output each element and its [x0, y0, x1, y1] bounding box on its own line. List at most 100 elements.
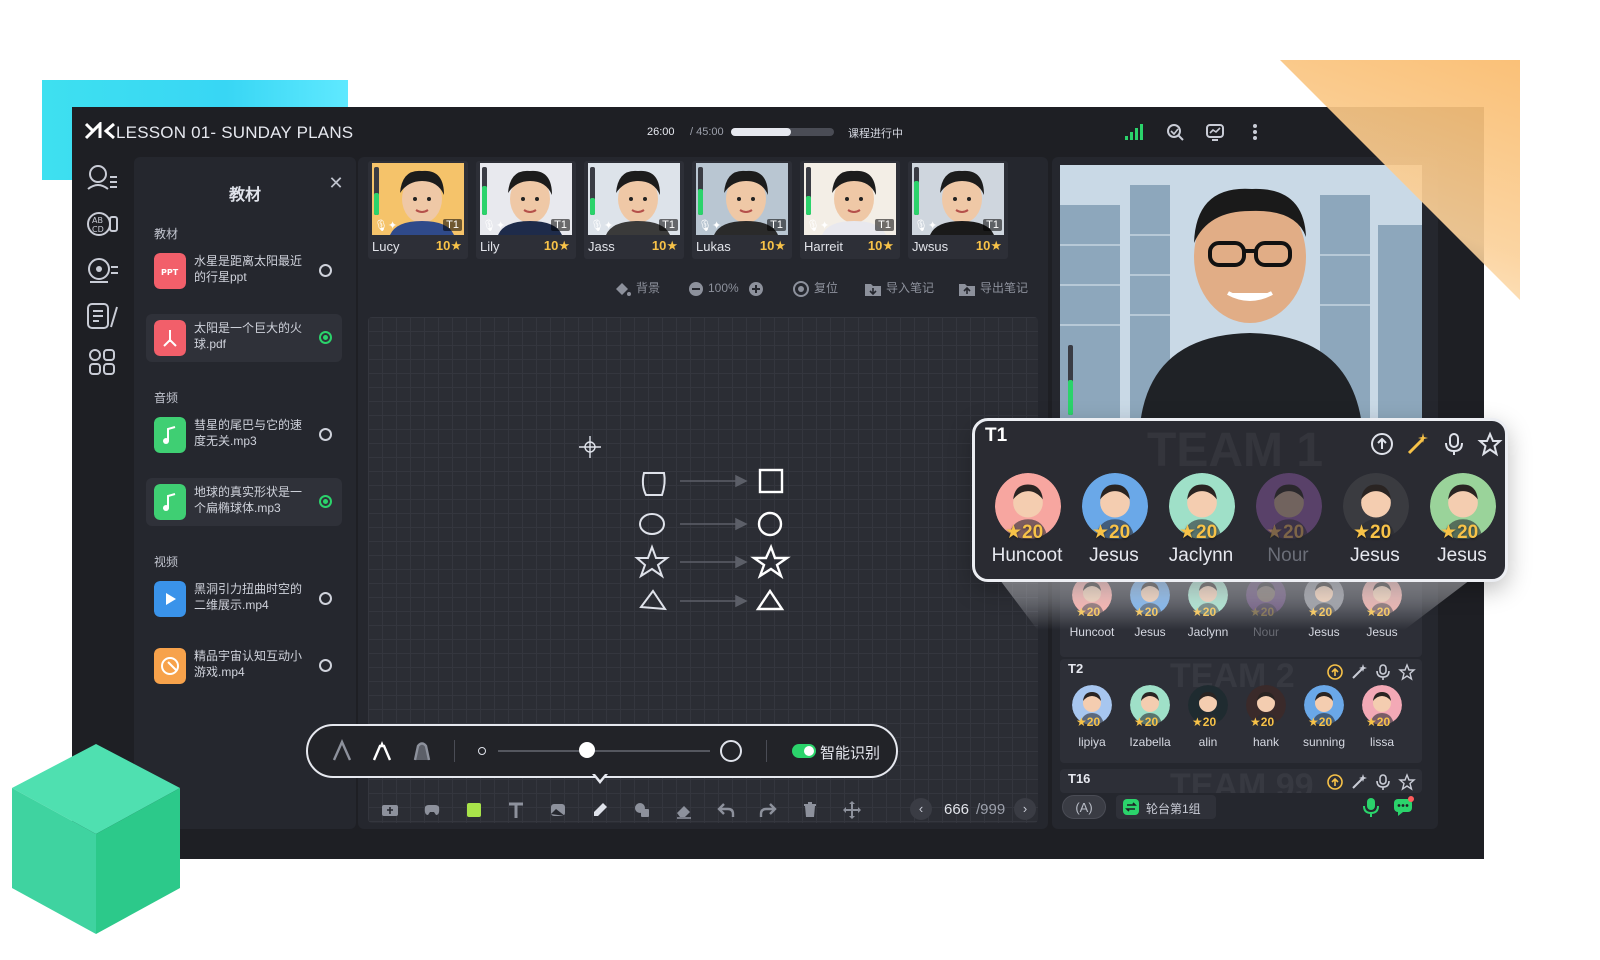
chat-icon[interactable] — [1392, 796, 1414, 818]
more-menu-icon[interactable] — [1244, 121, 1266, 143]
team-member[interactable]: ★20 lipiya — [1064, 685, 1120, 763]
microphone-icon[interactable] — [1441, 431, 1467, 457]
member-name: Izabella — [1129, 735, 1171, 749]
pen-tool-icon[interactable] — [590, 800, 610, 820]
star-reward-icon[interactable] — [1398, 663, 1416, 681]
material-item[interactable]: 黑洞引力扭曲时空的二维展示.mp4 — [146, 575, 342, 623]
member-name: lipiya — [1078, 735, 1106, 749]
team-member[interactable]: ★20Nour — [1244, 469, 1332, 575]
audio-level-fill — [590, 198, 595, 215]
shape-tool-icon[interactable] — [548, 800, 568, 820]
team-member[interactable]: ★20Jaclynn — [1157, 469, 1245, 575]
student-video-card[interactable]: 🎙✦ T1 Harreit 10★ — [800, 161, 900, 259]
mode-toggle[interactable]: (A) — [1062, 795, 1106, 819]
move-tool-icon[interactable] — [842, 800, 862, 820]
zoom-in-icon[interactable] — [748, 281, 764, 297]
audio-level-fill — [374, 193, 379, 215]
member-name: lissa — [1369, 735, 1394, 749]
hand-drawn-square-icon — [641, 472, 666, 496]
material-name: 精品宇宙认知互动小游戏.mp4 — [194, 649, 303, 679]
students-list-icon[interactable] — [84, 161, 120, 195]
redo-icon[interactable] — [758, 800, 778, 820]
inspect-icon[interactable] — [1164, 121, 1186, 143]
export-notes-button[interactable]: 导出笔记 — [958, 279, 1028, 297]
section-label: 教材 — [154, 227, 179, 241]
student-team-badge: T1 — [443, 219, 462, 231]
mic-all-icon[interactable] — [1360, 796, 1382, 818]
upload-screen-icon[interactable] — [1326, 773, 1344, 791]
pen-style-thin-icon[interactable] — [330, 738, 354, 764]
eraser-icon[interactable] — [674, 800, 694, 820]
audio-settings-icon[interactable] — [84, 253, 120, 287]
team-member[interactable]: ★20 lissa — [1354, 685, 1410, 763]
microphone-icon[interactable] — [1374, 773, 1392, 791]
material-item[interactable]: PPT 水星是距离太阳最近的行星ppt — [146, 247, 342, 295]
hand-drawn-star-icon — [634, 544, 670, 579]
audio-level-fill — [482, 186, 487, 215]
team-member[interactable]: ★20Huncoot — [983, 469, 1071, 575]
stats-monitor-icon[interactable] — [1204, 121, 1226, 143]
team-id: T16 — [1068, 771, 1091, 786]
zoom-level: 100% — [708, 281, 739, 295]
student-video-card[interactable]: 🎙✦ T1 Lukas 10★ — [692, 161, 792, 259]
upload-screen-icon[interactable] — [1369, 431, 1395, 457]
game-controller-icon[interactable] — [422, 800, 442, 820]
prev-page-button[interactable]: ‹ — [910, 798, 932, 820]
reset-button[interactable]: 复位 — [792, 279, 838, 297]
star-reward-icon[interactable] — [1477, 431, 1503, 457]
team-member[interactable]: ★20 sunning — [1296, 685, 1352, 763]
material-item[interactable]: 太阳是一个巨大的火球.pdf — [146, 314, 342, 362]
material-item[interactable]: 彗星的尾巴与它的速度无关.mp3 — [146, 411, 342, 459]
text-tool-icon[interactable] — [506, 800, 526, 820]
student-video-card[interactable]: 🎙✦ T1 Jass 10★ — [584, 161, 684, 259]
material-select-radio[interactable] — [319, 659, 332, 672]
star-reward-icon[interactable] — [1398, 773, 1416, 791]
student-video-card[interactable]: 🎙✦ T1 Lucy 10★ — [368, 161, 468, 259]
material-select-radio[interactable] — [319, 495, 332, 508]
upload-screen-icon[interactable] — [1326, 663, 1344, 681]
insert-image-icon[interactable] — [380, 800, 400, 820]
material-name: 黑洞引力扭曲时空的二维展示.mp4 — [194, 582, 303, 612]
pen-size-slider[interactable] — [498, 750, 710, 752]
material-item[interactable]: 精品宇宙认知互动小游戏.mp4 — [146, 642, 342, 690]
student-video-card[interactable]: 🎙✦ T1 Jwsus 10★ — [908, 161, 1008, 259]
magic-wand-icon[interactable] — [1405, 431, 1431, 457]
magic-wand-icon[interactable] — [1350, 663, 1368, 681]
fill-tool-icon[interactable] — [632, 800, 652, 820]
student-team-badge: T1 — [875, 219, 894, 231]
pen-style-brush-icon[interactable] — [410, 738, 434, 764]
trash-icon[interactable] — [800, 800, 820, 820]
team-member[interactable]: ★20Jesus — [1331, 469, 1419, 575]
color-swatch-icon[interactable] — [464, 800, 484, 820]
vocabulary-icon[interactable]: AB CD — [84, 207, 120, 241]
material-item[interactable]: 地球的真实形状是一个扁椭球体.mp3 — [146, 478, 342, 526]
member-score-value: 20 — [1109, 522, 1131, 543]
pen-style-marker-icon[interactable] — [370, 738, 394, 764]
apps-grid-icon[interactable] — [84, 345, 120, 379]
material-select-radio[interactable] — [319, 592, 332, 605]
member-score-value: 20 — [1086, 715, 1101, 729]
magic-wand-icon[interactable] — [1350, 773, 1368, 791]
team-member[interactable]: ★20 alin — [1180, 685, 1236, 763]
materials-panel-title: 教材 — [228, 187, 261, 204]
notes-edit-icon[interactable] — [84, 299, 120, 333]
pen-size-slider-thumb[interactable] — [579, 742, 596, 758]
team-member[interactable]: ★20 Izabella — [1122, 685, 1178, 763]
zoom-out-icon[interactable] — [688, 281, 704, 297]
import-notes-button[interactable]: 导入笔记 — [864, 279, 934, 297]
close-icon[interactable]: ✕ — [326, 173, 346, 193]
smart-recognition-toggle[interactable] — [792, 744, 816, 758]
arrows-group — [680, 474, 748, 608]
student-video-card[interactable]: 🎙✦ T1 Lily 10★ — [476, 161, 576, 259]
undo-icon[interactable] — [716, 800, 736, 820]
team-member[interactable]: ★20Jesus — [1070, 469, 1158, 575]
material-select-radio[interactable] — [319, 331, 332, 344]
team-member[interactable]: ★20Jesus — [1418, 469, 1506, 575]
next-page-button[interactable]: › — [1014, 798, 1036, 820]
group-selector[interactable]: 轮台第1组 — [1116, 795, 1216, 819]
material-select-radio[interactable] — [319, 428, 332, 441]
microphone-icon[interactable] — [1374, 663, 1392, 681]
team-member[interactable]: ★20 hank — [1238, 685, 1294, 763]
background-button[interactable]: 背景 — [614, 279, 660, 297]
material-select-radio[interactable] — [319, 264, 332, 277]
